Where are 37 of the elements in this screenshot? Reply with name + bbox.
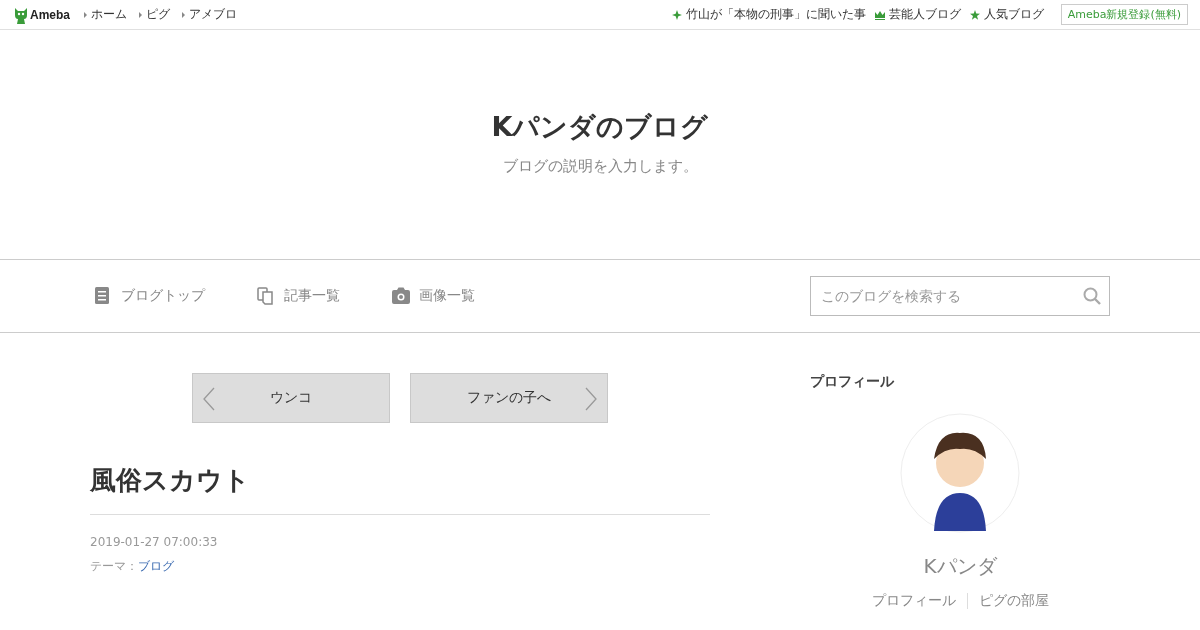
ameba-logo[interactable]: Ameba [14,5,70,24]
previous-article-button[interactable]: ウンコ [192,373,390,423]
chevron-right-icon [585,387,597,411]
triangle-icon [182,11,185,18]
nav-link[interactable]: 画像一覧 [392,287,475,305]
star-icon [969,9,980,20]
nav-link[interactable]: ブログトップ [94,287,205,305]
register-button[interactable]: Ameba新規登録(無料) [1060,4,1188,25]
search-field[interactable]: このブログを検索する [810,276,1110,316]
nav-link[interactable]: 記事一覧 [257,287,340,305]
article-title[interactable]: 風俗スカウト [90,463,710,515]
profile-name[interactable]: Kパンダ [923,553,997,580]
copy-icon [257,287,275,305]
article-date: 2019-01-27 07:00:33 [90,535,219,549]
top-nav-link[interactable]: アメブロ [182,6,237,23]
top-link[interactable]: 人気ブログ [969,6,1044,23]
triangle-icon [84,11,87,18]
top-nav-link[interactable]: ピグ [139,6,170,23]
blog-title[interactable]: Kパンダのブログ [491,109,709,145]
blog-description: ブログの説明を入力します。 [502,157,698,176]
mascot-icon [14,5,28,24]
theme-link[interactable]: ブログ [138,558,174,575]
profile-link[interactable]: プロフィール [871,592,956,610]
crown-icon [874,9,885,20]
top-link[interactable]: 竹山が「本物の刑事」に聞いた事 [671,6,866,23]
avatar[interactable] [900,413,1020,533]
document-icon [94,287,112,305]
triangle-icon [139,11,142,18]
camera-icon [392,287,410,305]
next-article-button[interactable]: ファンの子へ [410,373,608,423]
sparkle-icon [671,9,682,20]
sidebar-heading: プロフィール [810,373,894,391]
profile-link[interactable]: ピグの部屋 [978,592,1049,610]
top-nav-link[interactable]: ホーム [84,6,127,23]
chevron-left-icon [203,387,215,411]
top-link[interactable]: 芸能人ブログ [874,6,961,23]
theme-label: テーマ： [90,558,138,575]
